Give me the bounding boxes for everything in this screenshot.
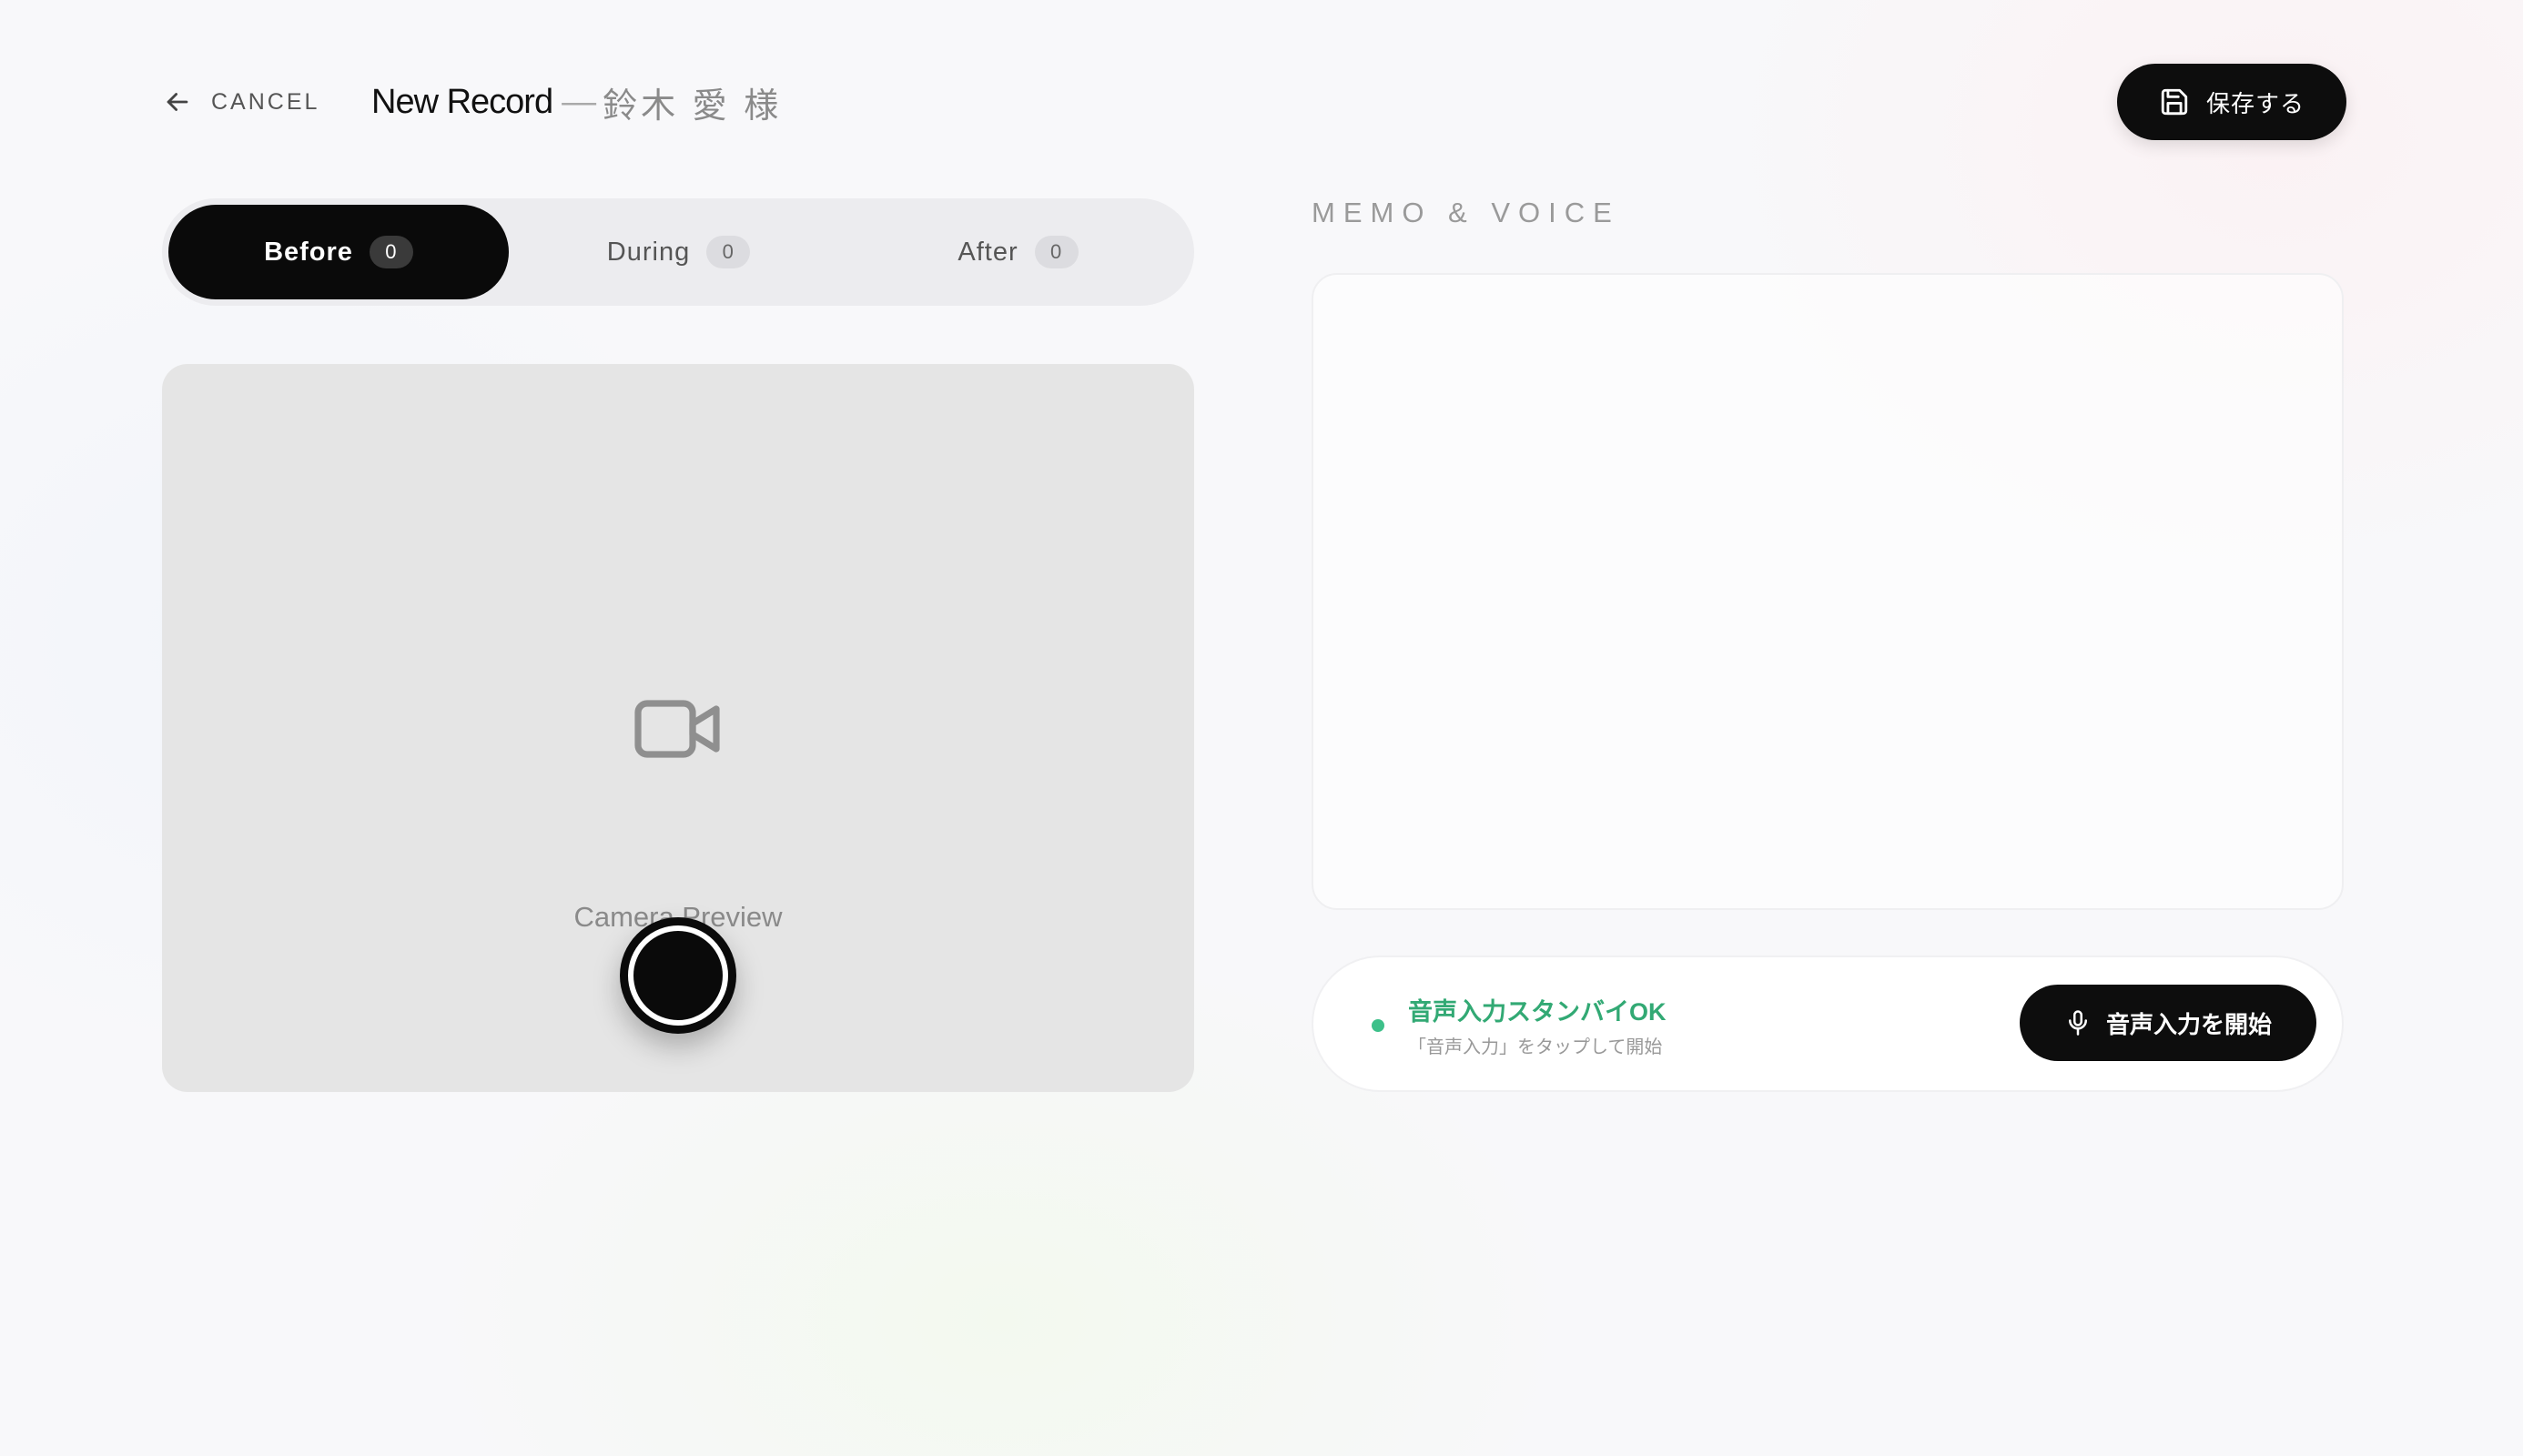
arrow-left-icon	[167, 93, 188, 111]
camera-preview: Camera Preview	[162, 364, 1194, 1092]
page-title: New Record — 鈴木 愛 様	[371, 76, 782, 127]
tab-count-badge: 0	[706, 236, 751, 268]
memo-section-label: MEMO & VOICE	[1312, 197, 1620, 228]
microphone-icon	[2068, 1010, 2087, 1036]
tab-label: After	[958, 237, 1018, 267]
page-title-main: New Record	[371, 82, 553, 121]
start-voice-button[interactable]: 音声入力を開始	[2020, 985, 2316, 1061]
phase-tabs: Before 0 During 0 After 0	[162, 198, 1194, 306]
voice-input-bar: 音声入力スタンバイOK 「音声入力」をタップして開始 音声入力を開始	[1312, 956, 2344, 1092]
cancel-label: CANCEL	[211, 88, 320, 115]
title-separator: —	[562, 82, 596, 121]
save-icon	[2161, 88, 2188, 116]
start-voice-label: 音声入力を開始	[2105, 1010, 2272, 1038]
save-label: 保存する	[2205, 89, 2305, 117]
voice-status-indicator	[1372, 1019, 1384, 1032]
save-button[interactable]: 保存する	[2117, 64, 2346, 140]
video-camera-icon	[634, 700, 720, 758]
voice-hint-text: 「音声入力」をタップして開始	[1408, 1037, 1663, 1057]
tab-label: During	[606, 237, 691, 267]
memo-input[interactable]	[1312, 273, 2344, 910]
tab-count-badge: 0	[369, 236, 413, 268]
voice-status-text: 音声入力スタンバイOK	[1408, 998, 1667, 1026]
tab-after[interactable]: After 0	[848, 205, 1188, 299]
tab-during[interactable]: During 0	[509, 205, 848, 299]
cancel-button[interactable]: CANCEL	[162, 84, 319, 120]
tab-count-badge: 0	[1034, 236, 1079, 268]
shutter-button[interactable]	[620, 917, 736, 1034]
tab-label: Before	[264, 237, 353, 267]
client-name: 鈴木 愛 様	[603, 86, 783, 126]
tab-before[interactable]: Before 0	[168, 205, 509, 299]
